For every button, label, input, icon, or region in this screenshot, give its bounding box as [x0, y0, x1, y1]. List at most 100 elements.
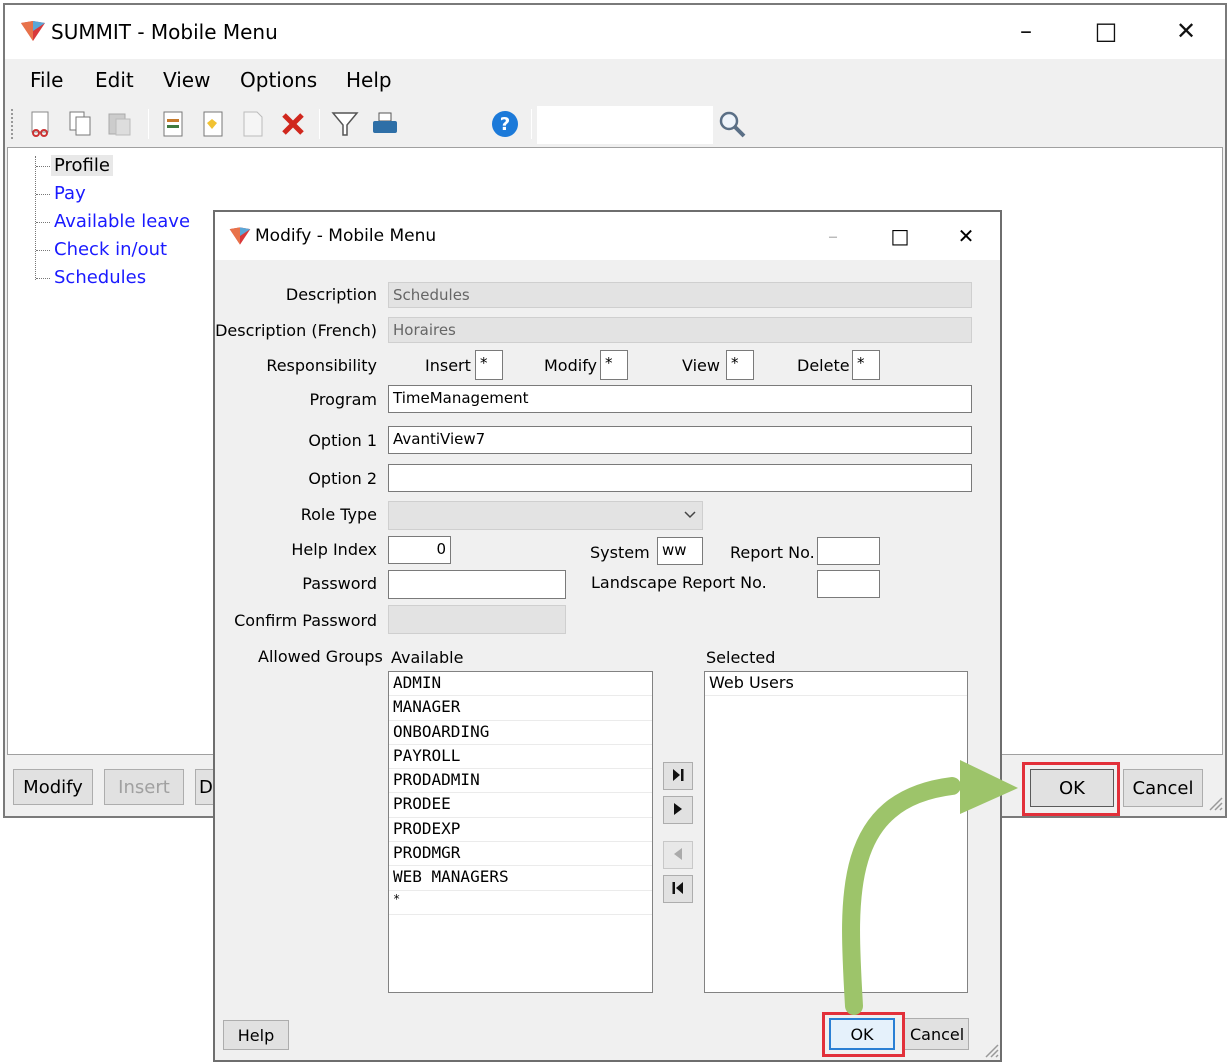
add-record-icon[interactable] [158, 109, 188, 139]
help-index-field[interactable]: 0 [388, 536, 451, 564]
delete-button[interactable]: D [195, 769, 215, 805]
resize-grip-icon[interactable] [981, 1040, 999, 1058]
list-item[interactable]: PRODEXP [389, 818, 652, 843]
move-all-right-icon [673, 768, 684, 781]
move-right-button[interactable] [663, 796, 693, 824]
blank-page-icon[interactable] [238, 109, 268, 139]
maximize-icon[interactable]: □ [885, 222, 915, 250]
search-icon[interactable] [717, 109, 747, 139]
tree-connector [36, 278, 50, 279]
role-type-select[interactable] [388, 501, 703, 530]
tree-item-profile[interactable]: Profile [51, 155, 113, 176]
tree-item-available-leave[interactable]: Available leave [54, 211, 190, 232]
list-item[interactable]: PRODMGR [389, 842, 652, 867]
view-responsibility-field[interactable]: * [726, 350, 754, 380]
program-label: Program [309, 390, 377, 409]
tree-connector [36, 166, 50, 167]
option1-label: Option 1 [308, 431, 377, 450]
toolbar: ? [5, 103, 1225, 147]
modify-label: Modify [544, 356, 598, 375]
move-all-left-button[interactable] [663, 875, 693, 903]
system-label: System [590, 543, 650, 562]
insert-label: Insert [425, 356, 471, 375]
copy-icon[interactable] [65, 109, 95, 139]
list-item[interactable]: PRODEE [389, 793, 652, 818]
list-item[interactable]: PRODADMIN [389, 769, 652, 794]
print-icon[interactable] [370, 109, 400, 139]
password-field[interactable] [388, 570, 566, 599]
option2-label: Option 2 [308, 469, 377, 488]
chevron-down-icon [684, 511, 696, 519]
available-groups-list[interactable]: ADMIN MANAGER ONBOARDING PAYROLL PRODADM… [388, 671, 653, 993]
insert-button[interactable]: Insert [104, 769, 184, 805]
option1-field[interactable]: AvantiView7 [388, 426, 972, 454]
password-label: Password [302, 574, 377, 593]
minimize-icon[interactable]: – [1008, 15, 1044, 47]
paste-icon[interactable] [105, 109, 135, 139]
tree-item-pay[interactable]: Pay [54, 183, 86, 204]
svg-text:?: ? [500, 114, 510, 135]
report-no-field[interactable] [817, 537, 880, 565]
tree-connector [36, 250, 50, 251]
toolbar-separator [531, 109, 532, 139]
maximize-icon[interactable]: □ [1088, 15, 1124, 47]
menu-file[interactable]: File [30, 68, 63, 92]
move-all-left-icon [672, 881, 683, 894]
dialog-cancel-button[interactable]: Cancel [903, 1018, 969, 1050]
move-right-icon [674, 802, 682, 815]
tree-item-schedules[interactable]: Schedules [54, 267, 146, 288]
move-all-right-button[interactable] [663, 762, 693, 790]
menu-bar: File Edit View Options Help [5, 59, 1225, 103]
help-button[interactable]: Help [223, 1020, 289, 1050]
list-item[interactable]: Web Users [705, 672, 967, 697]
menu-edit[interactable]: Edit [95, 68, 134, 92]
delete-icon[interactable] [278, 109, 308, 139]
close-icon[interactable]: ✕ [951, 222, 981, 250]
delete-label: Delete [797, 356, 850, 375]
list-item[interactable]: PAYROLL [389, 745, 652, 770]
delete-responsibility-field[interactable]: * [852, 350, 880, 380]
report-no-label: Report No. [730, 543, 815, 562]
toolbar-search-input[interactable] [537, 106, 713, 144]
main-title-bar: SUMMIT - Mobile Menu – □ ✕ [5, 5, 1225, 59]
dialog-title: Modify - Mobile Menu [255, 226, 437, 246]
cut-icon[interactable] [25, 109, 55, 139]
menu-options[interactable]: Options [240, 68, 317, 92]
program-field[interactable]: TimeManagement [388, 385, 972, 413]
toolbar-grip [11, 109, 15, 139]
landscape-report-no-field[interactable] [817, 570, 880, 598]
help-icon[interactable]: ? [490, 109, 520, 139]
system-field[interactable]: ww [657, 537, 703, 565]
modify-responsibility-field[interactable]: * [600, 350, 628, 380]
option2-field[interactable] [388, 464, 972, 492]
move-left-button[interactable] [663, 841, 693, 869]
tree-item-check-in-out[interactable]: Check in/out [54, 239, 167, 260]
confirm-password-field [388, 605, 566, 634]
toolbar-separator [319, 109, 320, 139]
resize-grip-icon[interactable] [1205, 793, 1223, 811]
main-cancel-button[interactable]: Cancel [1123, 769, 1203, 807]
list-item[interactable]: * [389, 891, 652, 915]
new-record-icon[interactable] [198, 109, 228, 139]
summit-logo-icon [229, 227, 251, 245]
minimize-icon[interactable]: – [818, 222, 848, 250]
filter-icon[interactable] [330, 109, 360, 139]
tree-connector [36, 194, 50, 195]
role-type-label: Role Type [300, 505, 377, 524]
menu-view[interactable]: View [163, 68, 210, 92]
close-icon[interactable]: ✕ [1168, 15, 1204, 47]
description-french-field: Horaires [388, 317, 972, 343]
confirm-password-label: Confirm Password [234, 611, 377, 630]
move-left-icon [674, 847, 682, 860]
list-item[interactable]: MANAGER [389, 696, 652, 721]
modify-button[interactable]: Modify [13, 769, 93, 805]
allowed-groups-label: Allowed Groups [258, 647, 383, 666]
list-item[interactable]: WEB MANAGERS [389, 866, 652, 891]
list-item[interactable]: ONBOARDING [389, 721, 652, 745]
dialog-ok-highlight [822, 1012, 905, 1057]
selected-groups-list[interactable]: Web Users [704, 671, 968, 993]
insert-responsibility-field[interactable]: * [475, 350, 503, 380]
menu-help[interactable]: Help [346, 68, 392, 92]
description-field: Schedules [388, 282, 972, 308]
list-item[interactable]: ADMIN [389, 672, 652, 697]
